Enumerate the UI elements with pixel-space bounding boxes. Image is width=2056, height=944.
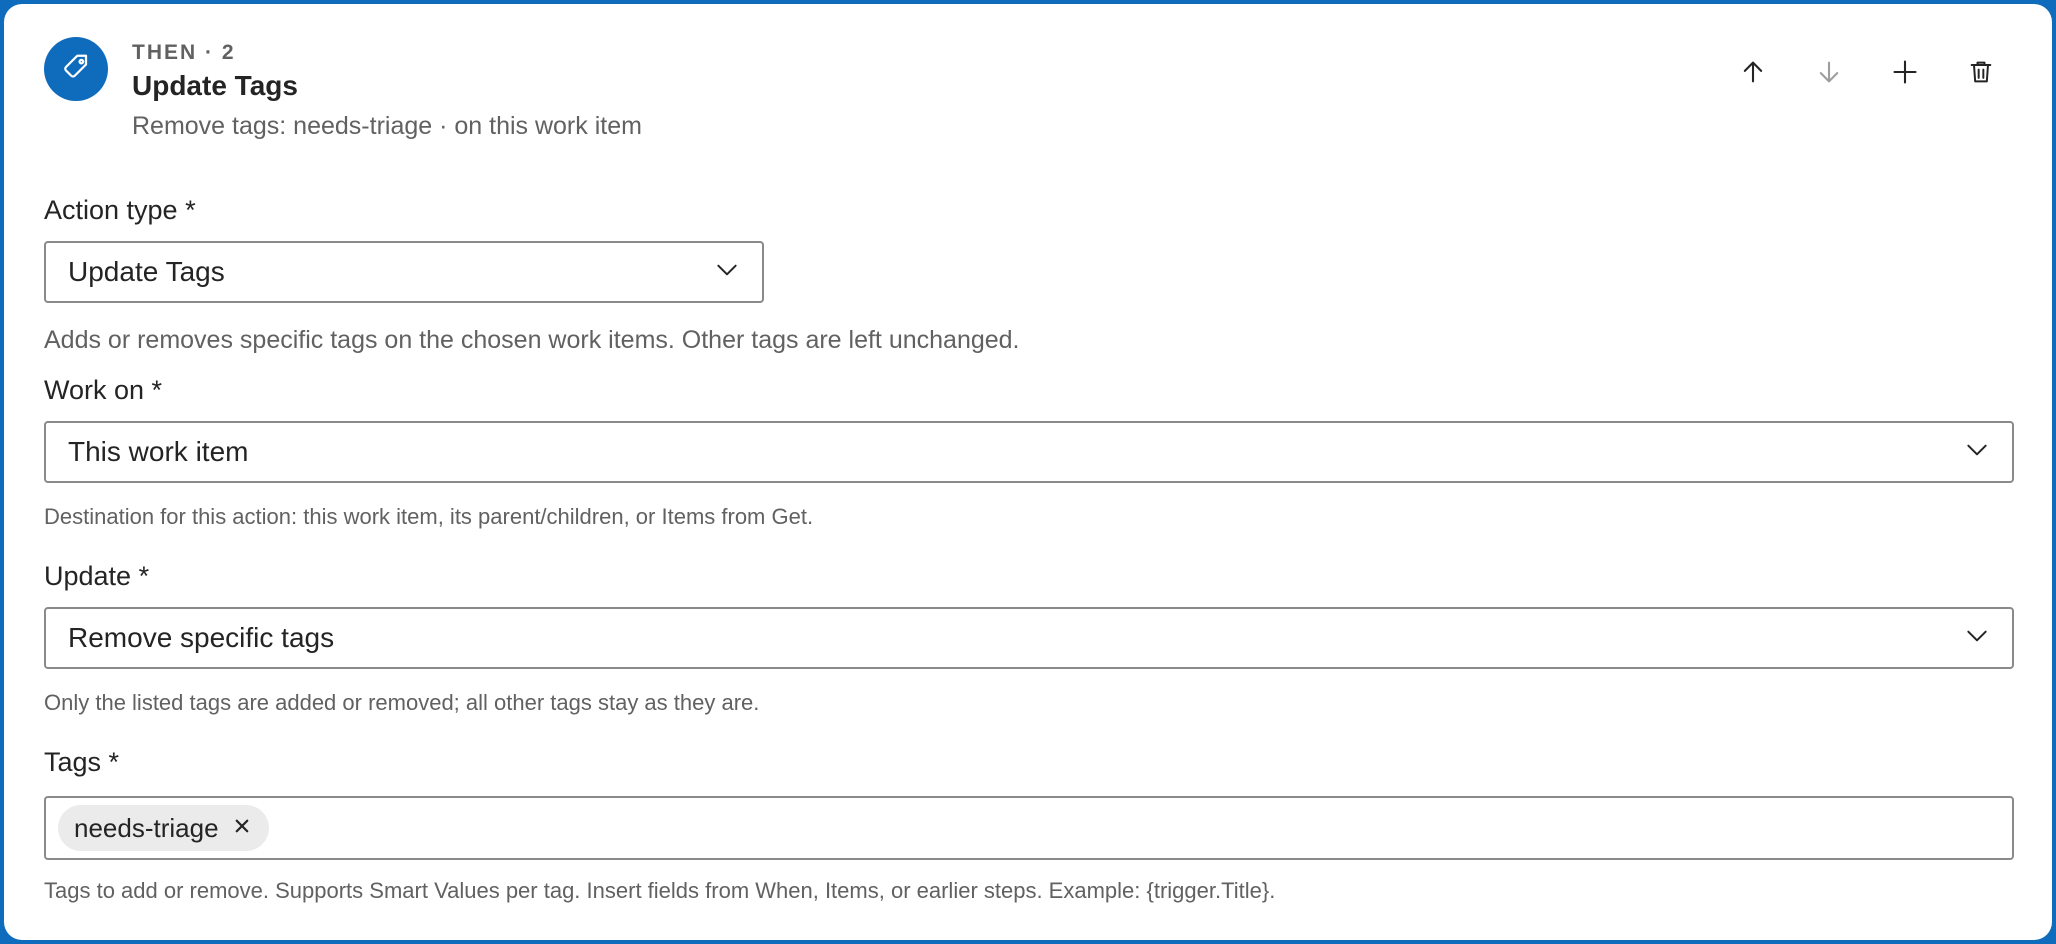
step-eyebrow: THEN · 2 bbox=[132, 41, 236, 64]
move-up-button[interactable] bbox=[1724, 48, 1782, 100]
action-avatar bbox=[44, 37, 108, 101]
update-label: Update * bbox=[44, 561, 150, 591]
action-type-description: Adds or removes specific tags on the cho… bbox=[44, 326, 1020, 354]
action-summary: Remove tags: needs-triage · on this work… bbox=[132, 112, 642, 140]
action-toolbar bbox=[1724, 48, 2010, 100]
work-on-select[interactable]: This work item bbox=[44, 421, 2014, 483]
add-step-button[interactable] bbox=[1876, 48, 1934, 100]
trash-icon bbox=[1967, 58, 1995, 91]
chevron-down-icon bbox=[714, 257, 740, 288]
tag-chip: needs-triage bbox=[58, 805, 269, 851]
action-type-select[interactable]: Update Tags bbox=[44, 241, 764, 303]
work-on-value: This work item bbox=[68, 436, 249, 467]
update-value: Remove specific tags bbox=[68, 622, 335, 653]
close-icon bbox=[233, 817, 251, 840]
arrow-down-icon bbox=[1815, 58, 1843, 91]
chevron-down-icon bbox=[1964, 437, 1990, 468]
update-select[interactable]: Remove specific tags bbox=[44, 607, 2014, 669]
move-down-button[interactable] bbox=[1800, 48, 1858, 100]
action-card: THEN · 2 Update Tags Remove tags: needs-… bbox=[4, 4, 2052, 940]
action-title: Update Tags bbox=[132, 70, 298, 101]
tags-description: Tags to add or remove. Supports Smart Va… bbox=[44, 878, 1276, 903]
tag-icon bbox=[61, 52, 91, 87]
chevron-down-icon bbox=[1964, 623, 1990, 654]
action-type-value: Update Tags bbox=[68, 256, 225, 287]
plus-icon bbox=[1891, 58, 1919, 91]
arrow-up-icon bbox=[1739, 58, 1767, 91]
remove-tag-button[interactable] bbox=[233, 817, 251, 840]
tag-chip-label: needs-triage bbox=[74, 812, 219, 843]
update-description: Only the listed tags are added or remove… bbox=[44, 690, 760, 715]
tags-field[interactable]: needs-triage bbox=[44, 796, 2014, 860]
work-on-label: Work on * bbox=[44, 375, 163, 405]
delete-step-button[interactable] bbox=[1952, 48, 2010, 100]
tag-input[interactable] bbox=[278, 807, 2012, 849]
tags-label: Tags * bbox=[44, 747, 120, 777]
action-type-label: Action type * bbox=[44, 195, 196, 225]
work-on-description: Destination for this action: this work i… bbox=[44, 504, 814, 529]
